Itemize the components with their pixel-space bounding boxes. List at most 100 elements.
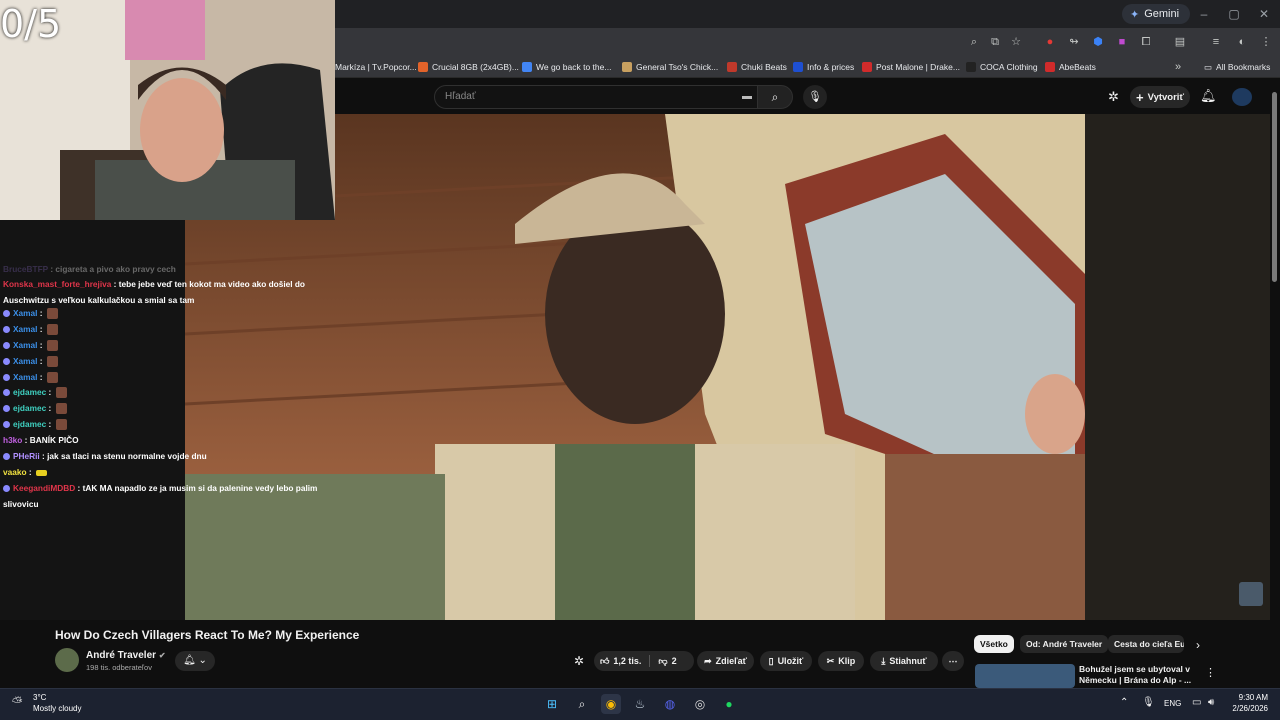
steam-icon[interactable]: ♨ xyxy=(630,694,650,714)
account-avatar[interactable] xyxy=(1232,88,1252,106)
bookmark-item[interactable]: Post Malone | Drake... xyxy=(862,58,960,76)
chat-message: Xamal : xyxy=(3,322,303,338)
chat-badge-icon xyxy=(3,310,10,318)
bookmark-favicon-icon xyxy=(727,62,737,72)
miniplayer-thumbnail[interactable] xyxy=(1239,582,1263,606)
app-icon[interactable]: ◎ xyxy=(690,694,710,714)
keyboard-icon[interactable]: ▬ xyxy=(742,86,752,108)
language-indicator[interactable]: ENG xyxy=(1164,699,1181,708)
recommended-title[interactable]: Bohužel jsem se ubytoval v Německu | Brá… xyxy=(1079,664,1194,686)
chip-all[interactable]: Všetko xyxy=(974,635,1014,653)
plus-icon: + xyxy=(1136,89,1144,105)
chat-message: PHeRii : jak sa tlaci na stenu normalne … xyxy=(3,449,303,465)
bookmark-item[interactable]: Info & prices xyxy=(793,58,854,76)
save-button[interactable]: ▯ Uložiť xyxy=(760,651,812,671)
download-label: Stiahnuť xyxy=(889,656,927,666)
bookmark-label: Chuki Beats xyxy=(741,62,787,72)
ask-ai-icon[interactable]: ✲ xyxy=(574,654,584,668)
minimize-icon[interactable]: – xyxy=(1196,6,1212,22)
notifications-bell-icon[interactable]: 🔔︎ xyxy=(1200,88,1217,104)
weather-widget[interactable]: 3°C Mostly cloudy xyxy=(33,692,81,714)
system-clock[interactable]: 9:30 AM 2/26/2026 xyxy=(1226,692,1268,714)
like-button[interactable]: 👍︎ 1,2 tis. xyxy=(600,656,641,667)
voice-search-button[interactable]: 🎙 xyxy=(803,85,827,109)
search-input[interactable]: Hľadať ▬ xyxy=(434,85,759,109)
bookmark-label: AbeBeats xyxy=(1059,62,1096,72)
chat-separator: : xyxy=(75,483,83,493)
spotify-icon[interactable]: ● xyxy=(719,694,739,714)
chat-username: BruceBTFP xyxy=(3,264,49,274)
extension-icon[interactable]: ⬢ xyxy=(1090,34,1106,50)
microphone-tray-icon[interactable]: 🎙 xyxy=(1142,697,1155,708)
all-bookmarks[interactable]: ▭ All Bookmarks xyxy=(1204,58,1270,76)
recommended-title-line: Německu | Brána do Alp - ... xyxy=(1079,675,1192,685)
channel-avatar[interactable] xyxy=(55,648,79,672)
download-button[interactable]: ⤓ Stiahnuť xyxy=(870,651,938,671)
bookmark-item[interactable]: AbeBeats xyxy=(1045,58,1096,76)
gemini-button[interactable]: ✦ Gemini xyxy=(1122,4,1190,24)
chrome-icon[interactable]: ◉ xyxy=(601,694,621,714)
weather-icon[interactable]: ⛅︎ xyxy=(12,694,30,712)
windows-start-icon[interactable]: ⊞ xyxy=(542,694,562,714)
volume-icon[interactable]: 🔊︎ xyxy=(1208,697,1214,708)
chat-username: Xamal xyxy=(13,324,38,334)
dislike-button[interactable]: 👎︎ 2 xyxy=(658,656,676,667)
extensions-puzzle-icon[interactable]: ⧠ xyxy=(1138,34,1154,50)
recommended-thumbnail[interactable] xyxy=(975,664,1075,688)
chat-message: ejdamec : xyxy=(3,385,303,401)
star-icon[interactable]: ☆ xyxy=(1008,34,1024,50)
extension-icon[interactable]: ● xyxy=(1042,34,1058,50)
chat-badge-icon xyxy=(3,405,10,413)
channel-name[interactable]: André Traveler ✔ xyxy=(86,650,166,661)
more-actions-button[interactable]: ⋯ xyxy=(942,651,964,671)
chevron-right-icon[interactable]: › xyxy=(1196,638,1200,652)
taskbar-search-icon[interactable]: ⌕ xyxy=(572,694,592,714)
extension-icon[interactable]: ■ xyxy=(1114,34,1130,50)
share-icon: ➦ xyxy=(704,655,712,666)
more-menu-icon[interactable]: ⋮ xyxy=(1258,34,1274,50)
chat-username: ejdamec xyxy=(13,403,47,413)
chip-channel[interactable]: Od: André Traveler xyxy=(1020,635,1109,653)
bookmark-item[interactable]: Crucial 8GB (2x4GB)... xyxy=(418,58,519,76)
chat-username: Xamal xyxy=(13,340,38,350)
reading-list-icon[interactable]: ≡ xyxy=(1208,34,1224,50)
clip-button[interactable]: ✂ Klip xyxy=(818,651,864,671)
page-scrollbar[interactable] xyxy=(1272,92,1277,282)
chat-emote-icon xyxy=(55,419,67,431)
chat-badge-icon xyxy=(3,453,10,461)
profile-avatar-icon[interactable]: ◐ xyxy=(1234,34,1250,50)
bookmark-label: Info & prices xyxy=(807,62,855,72)
bookmark-favicon-icon xyxy=(966,62,976,72)
bookmark-item[interactable]: Chuki Beats xyxy=(727,58,787,76)
share-button[interactable]: ➦ Zdieľať xyxy=(697,651,754,671)
recommended-more-icon[interactable]: ⋮ xyxy=(1205,666,1216,679)
chat-username: ejdamec xyxy=(13,419,47,429)
subscriber-count: 198 tis. odberateľov xyxy=(86,663,152,672)
chip-topic[interactable]: Cesta do cieľa Eu xyxy=(1108,635,1184,653)
subscription-bell-button[interactable]: 🔔︎ ⌄ xyxy=(175,651,215,671)
gemini-sparkle-icon[interactable]: ✲ xyxy=(1108,89,1119,105)
create-button[interactable]: + Vytvoriť xyxy=(1130,86,1190,108)
bookmark-item[interactable]: General Tso's Chick... xyxy=(622,58,718,76)
bookmark-label: Markíza | Tv.Popcor... xyxy=(335,62,417,72)
install-icon[interactable]: ⧉ xyxy=(987,34,1003,50)
network-icon[interactable]: ▭ xyxy=(1192,697,1201,708)
channel-name-text: André Traveler xyxy=(86,650,157,661)
close-icon[interactable]: ✕ xyxy=(1256,6,1272,22)
tray-overflow-icon[interactable]: ⌃ xyxy=(1120,697,1128,708)
extension-icon[interactable]: ↬ xyxy=(1066,34,1082,50)
bookmark-item[interactable]: We go back to the... xyxy=(522,58,611,76)
chat-message: h3ko : BANÍK PIČO xyxy=(3,433,303,449)
bookmark-item[interactable]: COCA Clothing xyxy=(966,58,1038,76)
zoom-icon[interactable]: ⌕ xyxy=(966,34,982,50)
search-button[interactable]: ⌕ xyxy=(757,85,793,109)
sidepanel-icon[interactable]: ▤ xyxy=(1172,34,1188,50)
weather-desc: Mostly cloudy xyxy=(33,704,82,713)
scissors-icon: ✂ xyxy=(826,655,835,666)
chat-username: vaako xyxy=(3,467,27,477)
bookmarks-overflow-icon[interactable]: » xyxy=(1170,59,1186,75)
gemini-label: Gemini xyxy=(1144,8,1180,20)
maximize-icon[interactable]: ▢ xyxy=(1226,6,1242,22)
discord-icon[interactable]: ◍ xyxy=(660,694,680,714)
bookmark-item[interactable]: Markíza | Tv.Popcor... xyxy=(335,58,417,76)
